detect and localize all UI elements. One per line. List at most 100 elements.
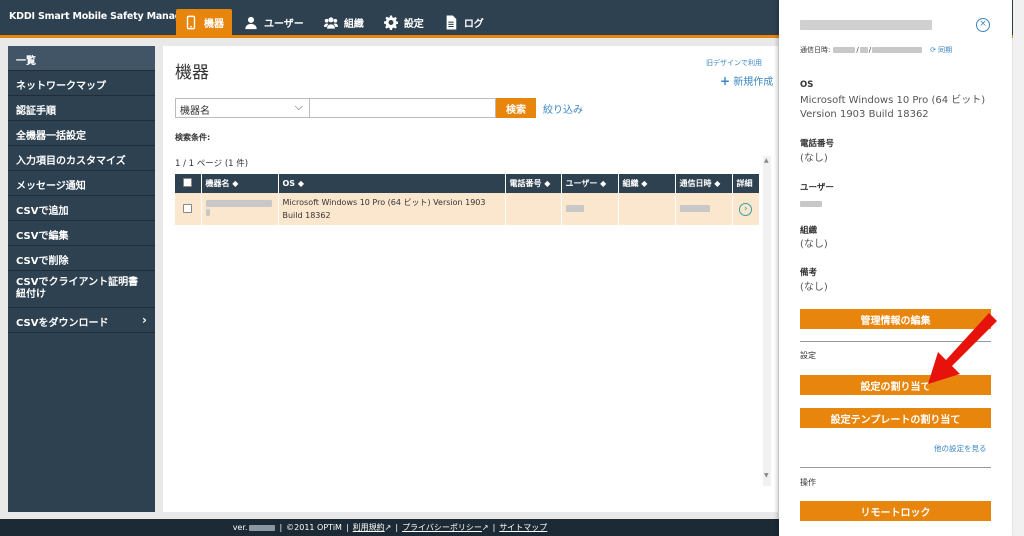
- annotation-arrow-icon: [928, 313, 997, 384]
- device-table: 機器名 ◆ OS ◆ 電話番号 ◆ ユーザー ◆ 組織 ◆ 通信日時 ◆ 詳細 …: [175, 174, 759, 225]
- sidebar-item-list[interactable]: 一覧: [8, 46, 155, 71]
- redacted-text: [872, 47, 923, 53]
- redacted-text: [800, 201, 822, 207]
- sidebar-item-label: CSVで追加: [16, 206, 69, 217]
- col-phone[interactable]: 電話番号 ◆: [505, 174, 562, 193]
- row-checkbox[interactable]: [183, 203, 193, 213]
- user-value: [800, 198, 822, 212]
- user-cell: [561, 193, 619, 225]
- sidebar-item-csv-delete[interactable]: CSVで削除: [8, 246, 155, 271]
- comm-time-cell: [675, 193, 733, 225]
- chevron-down-icon: ⌵: [294, 100, 303, 113]
- sitemap-link[interactable]: サイトマップ: [499, 522, 547, 533]
- sidebar-item-network-map[interactable]: ネットワークマップ: [8, 71, 155, 96]
- new-create-link[interactable]: + 新規作成: [720, 73, 773, 88]
- copyright: ©2011 OPTiM: [286, 523, 342, 532]
- os-label: OS: [800, 80, 814, 90]
- footer-separator: |: [279, 523, 283, 532]
- col-user[interactable]: ユーザー ◆: [561, 174, 619, 193]
- sidebar-item-csv-cert[interactable]: CSVでクライアント証明書紐付け: [8, 271, 155, 308]
- sidebar-item-label: CSVでクライアント証明書紐付け: [16, 277, 139, 300]
- phone-label: 電話番号: [800, 139, 835, 149]
- user-icon: [244, 14, 258, 30]
- checkbox[interactable]: [183, 178, 193, 187]
- sidebar-item-bulk-settings[interactable]: 全機器一括設定: [8, 121, 155, 146]
- filter-link[interactable]: 絞り込み: [543, 101, 583, 116]
- comm-time-label: 通信日時:: [800, 46, 831, 54]
- nav-settings-label: 設定: [403, 18, 424, 30]
- terms-link[interactable]: 利用規約: [353, 522, 385, 533]
- sidebar-item-csv-edit[interactable]: CSVで編集: [8, 221, 155, 246]
- nav-logs[interactable]: ログ: [436, 9, 492, 35]
- col-comm-time[interactable]: 通信日時 ◆: [675, 174, 733, 193]
- col-device-name[interactable]: 機器名 ◆: [201, 174, 279, 193]
- nav-users-label: ユーザー: [264, 18, 304, 30]
- main-panel: 機器 旧デザインで利用 + 新規作成 機器名 ⌵ 検索 絞り込み 検索条件: 1…: [163, 46, 778, 512]
- select-all-checkbox[interactable]: [175, 174, 202, 193]
- search-bar: 機器名 ⌵ 検索 絞り込み: [175, 98, 583, 118]
- search-field-select[interactable]: 機器名 ⌵: [175, 98, 310, 118]
- comm-time-row: 通信日時: / / ⟳ 同期: [800, 45, 953, 55]
- nav-users[interactable]: ユーザー: [236, 9, 312, 35]
- phone-cell: [505, 193, 562, 225]
- search-field-value: 機器名: [180, 106, 210, 117]
- sidebar-item-csv-download[interactable]: CSVをダウンロード ›: [8, 308, 155, 333]
- col-detail: 詳細: [732, 174, 759, 193]
- col-os[interactable]: OS ◆: [278, 174, 506, 193]
- other-settings-link[interactable]: 他の設定を見る: [934, 443, 987, 454]
- nav-organizations-label: 組織: [343, 18, 364, 30]
- redacted-text: [859, 47, 868, 53]
- sidebar-item-customize-fields[interactable]: 入力項目のカスタマイズ: [8, 146, 155, 171]
- redacted-text: [565, 204, 584, 212]
- close-icon[interactable]: ×: [976, 18, 990, 32]
- sidebar-item-label: 認証手順: [16, 106, 56, 117]
- settings-section-label: 設定: [800, 351, 816, 360]
- device-detail-panel: × 通信日時: / / ⟳ 同期 OS Microsoft Windows 10…: [779, 0, 1012, 536]
- redacted-text: [800, 20, 932, 30]
- sync-button[interactable]: ⟳ 同期: [930, 45, 952, 55]
- assign-template-button[interactable]: 設定テンプレートの割り当て: [800, 408, 991, 428]
- os-value: Microsoft Windows 10 Pro (64 ビット) Versio…: [800, 95, 986, 120]
- device-name-cell[interactable]: [201, 193, 279, 225]
- search-button[interactable]: 検索: [496, 98, 536, 118]
- detail-arrow-icon[interactable]: ›: [739, 202, 753, 216]
- nav-logs-label: ログ: [463, 18, 484, 30]
- sidebar-item-message-notify[interactable]: メッセージ通知: [8, 171, 155, 196]
- phone-value: (なし): [800, 153, 828, 164]
- table-header-row: 機器名 ◆ OS ◆ 電話番号 ◆ ユーザー ◆ 組織 ◆ 通信日時 ◆ 詳細: [175, 174, 759, 193]
- sidebar-item-csv-add[interactable]: CSVで追加: [8, 196, 155, 221]
- scroll-up-icon[interactable]: ▲: [764, 157, 769, 164]
- nav-settings[interactable]: 設定: [376, 9, 432, 35]
- redacted-text: [205, 209, 210, 216]
- sidebar-item-label: CSVをダウンロード: [16, 318, 109, 329]
- detail-cell[interactable]: ›: [732, 193, 759, 225]
- org-cell: [618, 193, 676, 225]
- old-design-link[interactable]: 旧デザインで利用: [706, 58, 762, 68]
- operations-section-label: 操作: [800, 478, 816, 487]
- table-row[interactable]: Microsoft Windows 10 Pro (64 ビット) Versio…: [175, 193, 759, 225]
- scrollbar[interactable]: [763, 156, 771, 486]
- external-link-icon: ↗: [384, 523, 392, 532]
- chevron-right-icon: ›: [142, 313, 147, 327]
- user-label: ユーザー: [800, 183, 834, 193]
- nav-devices[interactable]: 機器: [176, 9, 232, 35]
- brand-logo: KDDI Smart Mobile Safety Manager: [9, 11, 193, 22]
- panel-scrollbar[interactable]: [1013, 0, 1024, 536]
- document-icon: [444, 14, 458, 30]
- row-checkbox-cell[interactable]: [175, 193, 202, 225]
- nav-organizations[interactable]: 組織: [316, 9, 372, 35]
- remote-lock-button[interactable]: リモートロック: [800, 501, 991, 521]
- footer-separator: |: [395, 523, 399, 532]
- privacy-link[interactable]: プライバシーポリシー: [402, 522, 482, 533]
- group-icon: [323, 14, 338, 30]
- sidebar-item-auth-steps[interactable]: 認証手順: [8, 96, 155, 121]
- phone-icon: [184, 14, 198, 30]
- col-org[interactable]: 組織 ◆: [618, 174, 676, 193]
- pager: 1 / 1 ページ (1 件): [175, 159, 249, 169]
- search-input[interactable]: [310, 98, 496, 118]
- footer-separator: |: [345, 523, 349, 532]
- scroll-down-icon[interactable]: ▼: [764, 472, 769, 479]
- sidebar-item-label: メッセージ通知: [16, 181, 86, 192]
- os-cell: Microsoft Windows 10 Pro (64 ビット) Versio…: [278, 193, 506, 225]
- sidebar-item-label: CSVで編集: [16, 231, 69, 242]
